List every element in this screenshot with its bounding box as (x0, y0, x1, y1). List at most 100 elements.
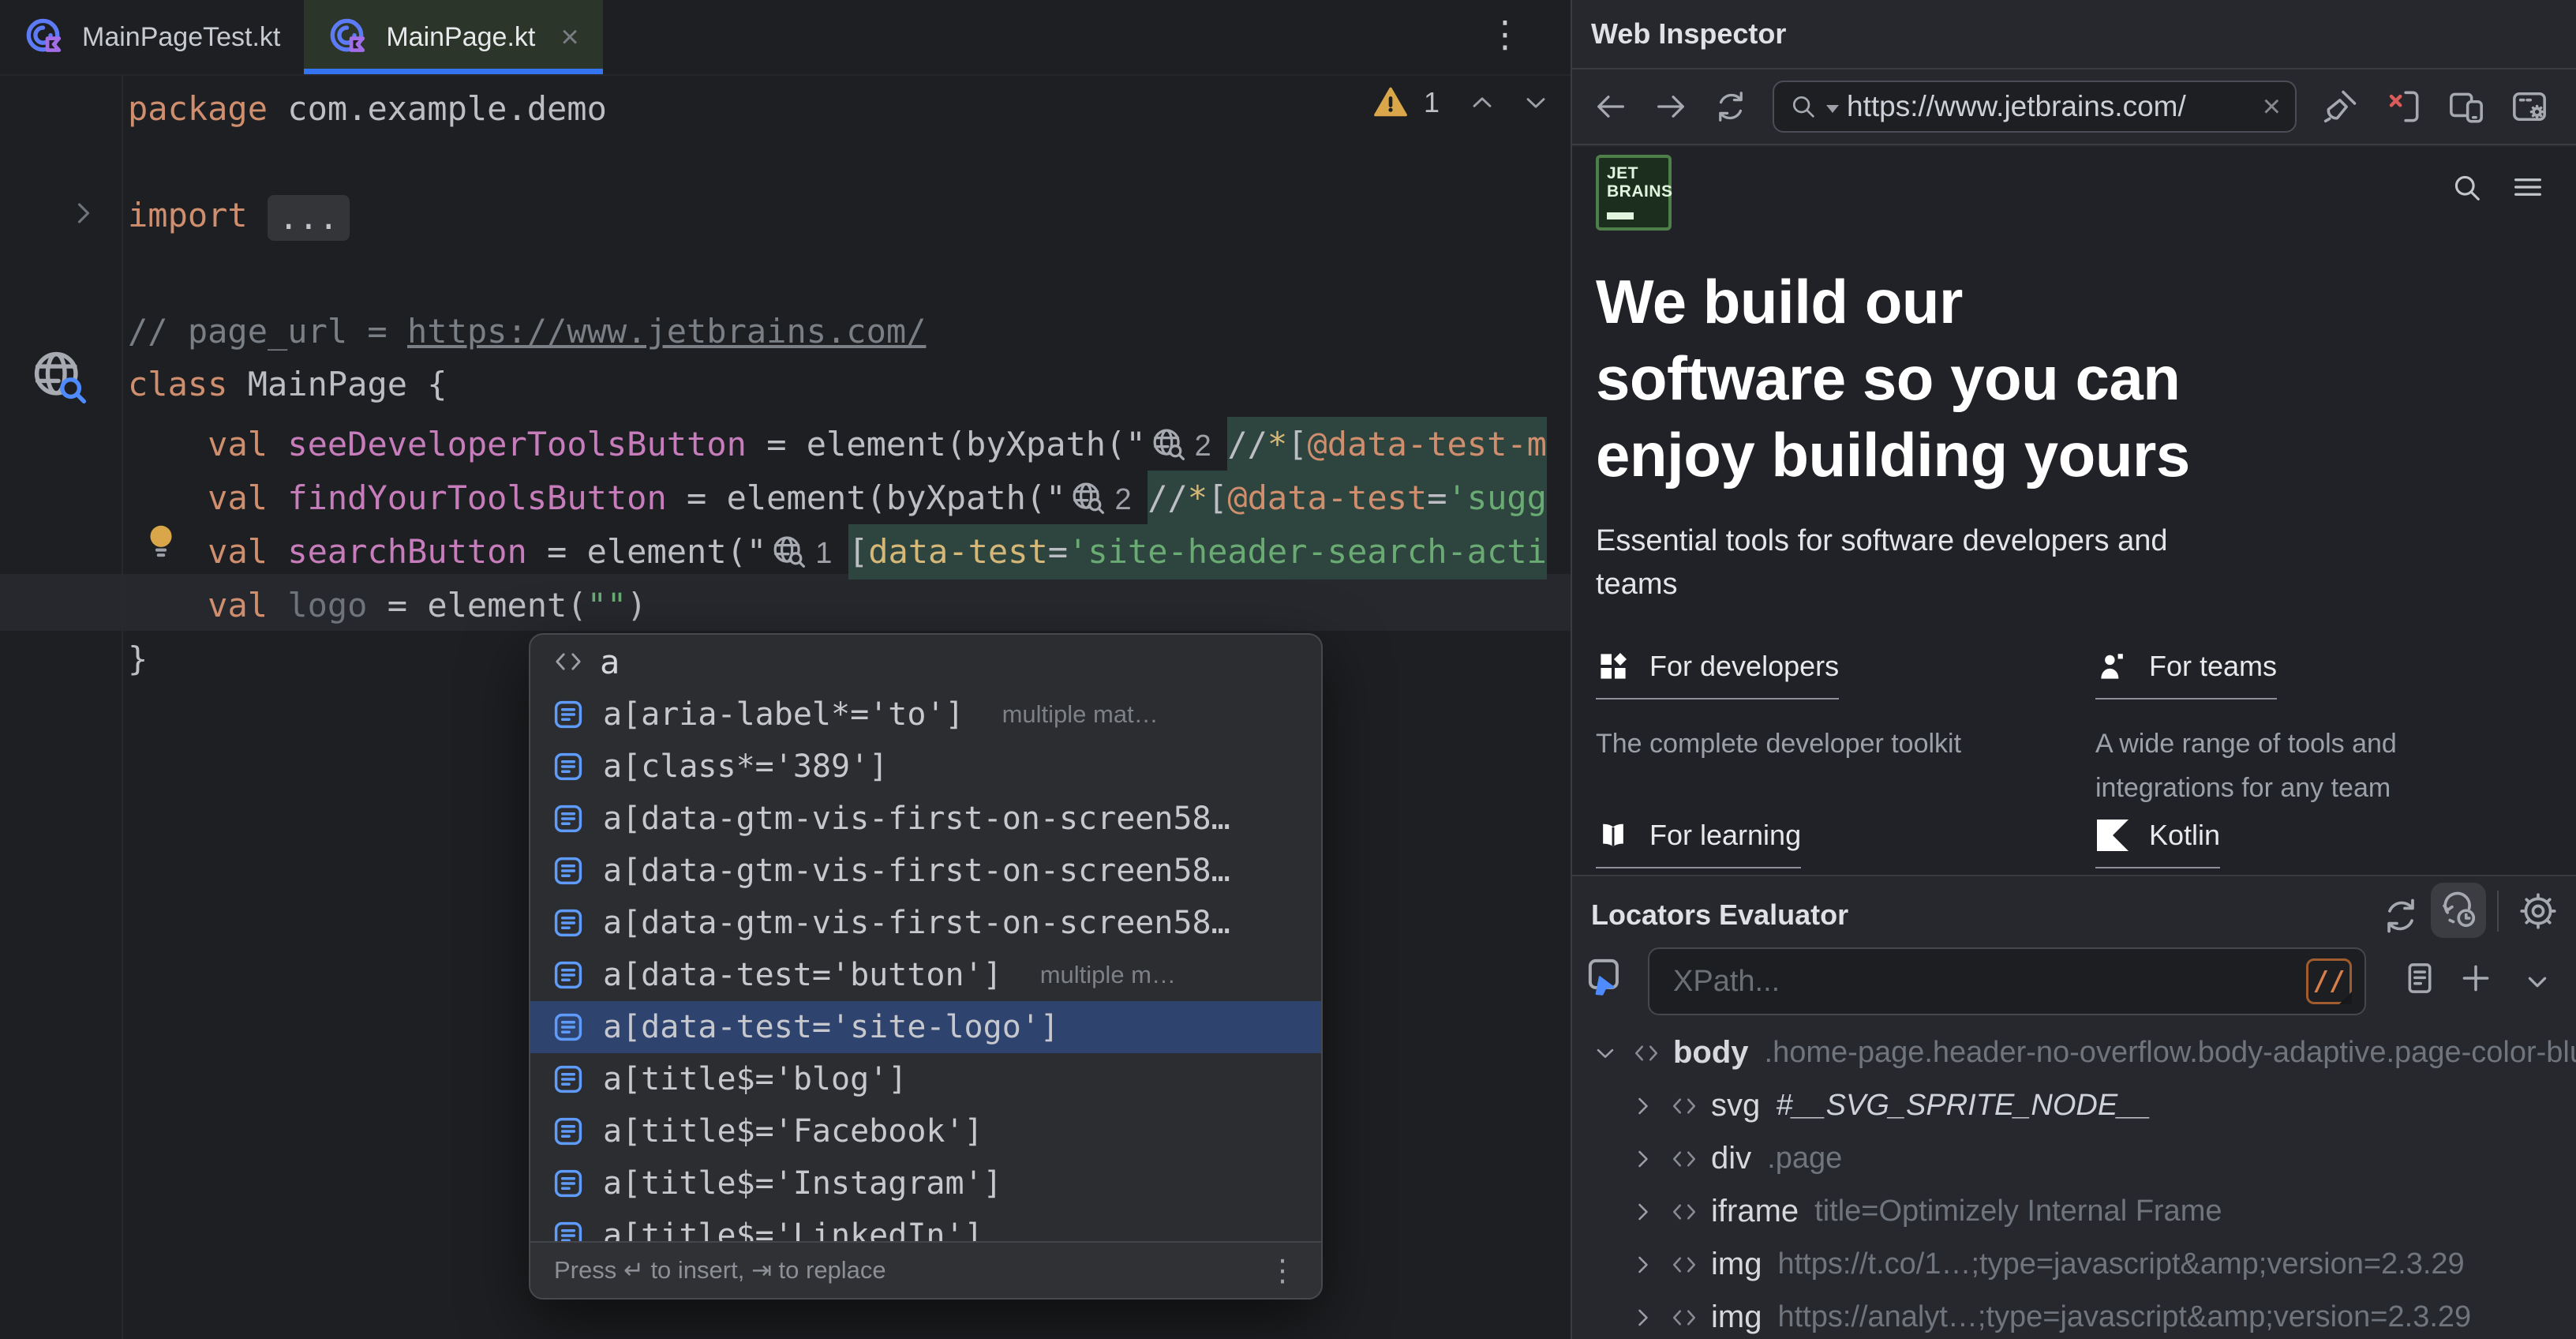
dom-tree-row[interactable]: body.home-page.header-no-overflow.body-a… (1572, 1026, 2576, 1079)
chevron-down-icon[interactable] (2519, 963, 2555, 1000)
locator-item-icon (551, 906, 586, 940)
site-link[interactable]: For developers (1596, 649, 1839, 700)
code-token: findYourToolsButton (287, 478, 666, 517)
completion-item[interactable]: a[data-gtm-vis-first-on-screen58… (530, 793, 1321, 845)
chevron-right-icon[interactable] (1629, 1145, 1657, 1173)
dom-tree-row[interactable]: div.page (1572, 1132, 2576, 1185)
add-locator-button[interactable] (2456, 958, 2496, 998)
chevron-down-icon (1826, 105, 1839, 113)
site-link[interactable]: For teams (2095, 649, 2277, 700)
site-link-label: Kotlin (2149, 819, 2220, 852)
completion-item-hint: multiple mat… (1002, 700, 1159, 729)
completion-item[interactable]: a[data-gtm-vis-first-on-screen58… (530, 845, 1321, 897)
code-tag-icon (1670, 1198, 1698, 1226)
code-line[interactable]: class MainPage { (128, 357, 447, 412)
code-line[interactable]: val logo = element("") (128, 578, 647, 633)
code-token: data-test (868, 524, 1048, 579)
dom-tree-row[interactable]: iframetitle=Optimizely Internal Frame (1572, 1185, 2576, 1238)
dom-tree-row[interactable]: svg#__SVG_SPRITE_NODE__ (1572, 1079, 2576, 1132)
web-locator-inlay-icon[interactable] (1151, 426, 1187, 463)
forward-button[interactable] (1653, 88, 1689, 125)
code-token: @data-test (1227, 471, 1427, 526)
completion-item[interactable]: a[title$='Facebook'] (530, 1105, 1321, 1157)
reload-button[interactable] (1713, 88, 1749, 125)
dom-tag-name: img (1711, 1247, 1762, 1282)
xpath-input[interactable]: XPath... // (1648, 947, 2366, 1015)
element-picker-button[interactable] (1583, 954, 1627, 998)
auto-refresh-toggle[interactable] (2431, 883, 2486, 938)
code-line[interactable]: val searchButton = element("1 [data-test… (128, 524, 1547, 579)
person-icon (2095, 649, 2130, 684)
chevron-down-icon[interactable] (1591, 1039, 1619, 1067)
web-inspector-header: Web Inspector (1572, 0, 2576, 69)
editor-pane: MainPageTest.kt MainPage.kt × ⋮ 1 packag… (0, 0, 1571, 1339)
code-line[interactable]: val seeDeveloperToolsButton = element(by… (128, 417, 1547, 472)
site-link-card: Kotlin (2095, 818, 2551, 868)
refresh-locators-button[interactable] (2380, 895, 2421, 936)
code-tag-icon (1670, 1092, 1698, 1120)
code-token: * (1188, 471, 1208, 526)
completion-item[interactable]: a[title$='Instagram'] (530, 1157, 1321, 1210)
hamburger-menu-icon[interactable] (2510, 169, 2546, 205)
search-icon (1788, 92, 1818, 122)
code-line[interactable]: } (128, 632, 148, 687)
clear-cookies-button[interactable] (2320, 87, 2360, 126)
browser-toolbar: https://www.jetbrains.com/ × (1572, 69, 2576, 145)
code-token (128, 532, 208, 571)
site-link-label: For teams (2149, 650, 2277, 683)
code-token (128, 478, 208, 517)
completion-item[interactable]: a[title$='blog'] (530, 1053, 1321, 1105)
code-line[interactable]: package com.example.demo (128, 81, 607, 137)
completion-item[interactable]: a[data-test='site-logo'] (530, 1001, 1321, 1053)
code-line[interactable]: import ... (128, 188, 350, 243)
code-token: ) (627, 586, 646, 624)
completion-item[interactable]: a[data-gtm-vis-first-on-screen58… (530, 897, 1321, 949)
web-locator-inlay-icon[interactable] (1070, 480, 1106, 516)
chevron-right-icon[interactable] (1629, 1092, 1657, 1120)
completion-item[interactable]: a[data-test='button']multiple m… (530, 949, 1321, 1001)
code-token: com.example.demo (268, 89, 607, 128)
completion-item[interactable]: a[class*='389'] (530, 741, 1321, 793)
browser-settings-button[interactable] (2510, 87, 2549, 126)
code-token: ... (268, 195, 350, 241)
code-token: val (208, 532, 268, 571)
dom-node-detail: https://t.co/1…;type=javascript&amp;vers… (1777, 1247, 2464, 1281)
gear-icon[interactable] (2518, 891, 2559, 932)
code-token: @data-test-m (1308, 417, 1547, 472)
dom-tag-name: iframe (1711, 1194, 1799, 1229)
back-button[interactable] (1593, 88, 1629, 125)
web-locator-inlay-icon[interactable] (771, 534, 807, 570)
completion-item[interactable]: a[aria-label*='to'] multiple mat… (530, 688, 1321, 741)
dom-tree-row[interactable]: imghttps://analyt…;type=javascript&amp;v… (1572, 1291, 2576, 1339)
device-toolbar-button[interactable] (2447, 87, 2486, 126)
jetbrains-logo[interactable]: JET BRAINS (1596, 155, 1672, 231)
copy-locators-button[interactable] (2399, 958, 2439, 998)
code-token: class (128, 365, 227, 403)
code-token: val (208, 425, 268, 463)
completion-item-text: a[data-gtm-vis-first-on-screen58… (603, 905, 1230, 941)
code-token: 2 (1114, 483, 1140, 516)
site-link[interactable]: For learning (1596, 818, 1801, 868)
site-link-card: For developersThe complete developer too… (1596, 649, 2095, 818)
url-input[interactable]: https://www.jetbrains.com/ × (1773, 81, 2297, 133)
close-session-button[interactable] (2383, 87, 2423, 126)
code-token: // page_url = (128, 312, 407, 351)
code-line[interactable]: // page_url = https://www.jetbrains.com/ (128, 304, 926, 359)
code-token (268, 425, 287, 463)
dom-tree: body.home-page.header-no-overflow.body-a… (1572, 1026, 2576, 1339)
code-tag-icon (1670, 1251, 1698, 1279)
chevron-right-icon[interactable] (1629, 1198, 1657, 1226)
site-search-icon[interactable] (2450, 171, 2484, 205)
jetbrains-logo-text: JET BRAINS (1607, 164, 1668, 201)
chevron-right-icon[interactable] (1629, 1303, 1657, 1332)
code-token: = element( (367, 586, 586, 624)
code-line[interactable]: val findYourToolsButton = element(byXpat… (128, 471, 1547, 526)
locator-type-badge[interactable]: // (2306, 958, 2352, 1004)
chevron-right-icon[interactable] (1629, 1251, 1657, 1279)
kebab-menu-icon[interactable]: ⋮ (1267, 1253, 1297, 1288)
clear-url-icon[interactable]: × (2263, 91, 2281, 122)
code-token: https://www.jetbrains.com/ (407, 312, 926, 351)
dom-tree-row[interactable]: img https://t.co/1…;type=javascript&amp;v… (1572, 1238, 2576, 1291)
completion-item-text: a[aria-label*='to'] (603, 696, 964, 733)
site-link[interactable]: Kotlin (2095, 818, 2220, 868)
